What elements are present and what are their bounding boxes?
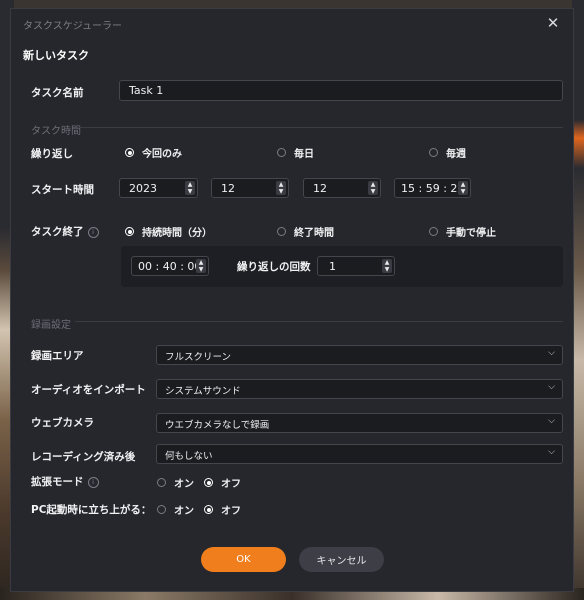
end-duration-radio[interactable]: 持続時間（分） — [125, 224, 212, 239]
startup-off-radio[interactable]: オフ — [204, 502, 241, 517]
extended-mode-label-text: 拡張モード — [31, 476, 84, 488]
dialog-heading: 新しいタスク — [23, 49, 89, 62]
stepper-arrows-icon[interactable]: ▲ ▼ — [458, 181, 468, 195]
radio-selected-icon — [204, 505, 213, 514]
ok-button[interactable]: OK — [201, 547, 286, 572]
repeat-label: 繰り返し — [31, 148, 73, 160]
close-icon[interactable]: ✕ — [545, 15, 561, 31]
radio-unselected-icon — [157, 478, 166, 487]
repeat-daily-radio[interactable]: 毎日 — [277, 145, 314, 160]
stepper-arrows-icon[interactable]: ▲ ▼ — [196, 259, 206, 273]
radio-unselected-icon — [277, 227, 286, 236]
radio-selected-icon — [125, 148, 134, 157]
audio-label: オーディオをインポート — [31, 384, 146, 396]
audio-select[interactable]: システムサウンド ⌵ — [156, 379, 563, 399]
recording-area-label: 録画エリア — [31, 350, 84, 362]
chevron-down-icon: ⌵ — [548, 348, 555, 358]
duration-stepper[interactable]: 00 : 40 : 00 ▲ ▼ — [131, 256, 209, 276]
info-icon[interactable]: i — [87, 476, 99, 488]
repeat-count-label: 繰り返しの回数 — [237, 261, 311, 273]
radio-unselected-icon — [429, 148, 438, 157]
startup-label: PC起動時に立ち上がる： — [31, 504, 152, 516]
stepper-arrows-icon[interactable]: ▲ ▼ — [382, 259, 392, 273]
after-recording-label: レコーディング済み後 — [31, 451, 136, 463]
stepper-arrows-icon[interactable]: ▲ ▼ — [276, 181, 286, 195]
radio-unselected-icon — [429, 227, 438, 236]
section-divider — [77, 127, 563, 128]
start-time-value: 15 : 59 : 28 — [401, 182, 465, 195]
end-time-radio[interactable]: 終了時間 — [277, 224, 334, 239]
year-stepper[interactable]: 2023 ▲ ▼ — [119, 178, 198, 198]
repeat-once-label: 今回のみ — [142, 149, 182, 160]
stepper-arrows-icon[interactable]: ▲ ▼ — [185, 181, 195, 195]
radio-unselected-icon — [157, 505, 166, 514]
webcam-value: ウエブカメラなしで録画 — [165, 420, 270, 431]
month-stepper[interactable]: 12 ▲ ▼ — [211, 178, 289, 198]
extended-mode-label: 拡張モード i — [31, 474, 99, 489]
repeat-count-stepper[interactable]: 1 ▲ ▼ — [317, 256, 395, 276]
task-end-label-text: タスク終了 — [31, 226, 84, 238]
stepper-arrows-icon[interactable]: ▲ ▼ — [368, 181, 378, 195]
start-time-label: スタート時間 — [31, 184, 94, 196]
repeat-weekly-label: 毎週 — [446, 149, 466, 160]
dialog-title: タスクスケジューラー — [23, 20, 122, 32]
section-divider — [75, 321, 563, 322]
audio-value: システムサウンド — [165, 386, 241, 397]
duration-panel: 00 : 40 : 00 ▲ ▼ 繰り返しの回数 1 ▲ ▼ — [121, 246, 563, 287]
startup-on-radio[interactable]: オン — [157, 502, 194, 517]
chevron-down-icon: ⌵ — [548, 447, 555, 457]
radio-selected-icon — [125, 227, 134, 236]
year-value: 2023 — [129, 182, 157, 195]
task-end-label: タスク終了 i — [31, 224, 99, 239]
recording-area-value: フルスクリーン — [165, 352, 232, 363]
after-recording-value: 何もしない — [165, 451, 213, 462]
dialog-titlebar: タスクスケジューラー ✕ — [11, 9, 573, 39]
duration-value: 00 : 40 : 00 — [138, 260, 202, 273]
task-name-input[interactable]: Task 1 — [119, 80, 563, 101]
radio-unselected-icon — [277, 148, 286, 157]
repeat-weekly-radio[interactable]: 毎週 — [429, 145, 466, 160]
repeat-daily-label: 毎日 — [294, 149, 314, 160]
chevron-down-icon: ⌵ — [548, 382, 555, 392]
repeat-count-value: 1 — [329, 260, 336, 273]
start-time-stepper[interactable]: 15 : 59 : 28 ▲ ▼ — [394, 178, 471, 198]
day-stepper[interactable]: 12 ▲ ▼ — [303, 178, 381, 198]
info-icon[interactable]: i — [87, 226, 99, 238]
after-recording-select[interactable]: 何もしない ⌵ — [156, 444, 563, 464]
startup-off-label: オフ — [221, 506, 241, 517]
webcam-label: ウェブカメラ — [31, 417, 94, 429]
extended-on-label: オン — [174, 479, 194, 490]
repeat-once-radio[interactable]: 今回のみ — [125, 145, 182, 160]
recording-section-title: 録画設定 — [31, 320, 71, 331]
end-duration-label: 持続時間（分） — [142, 228, 212, 239]
end-manual-label: 手動で停止 — [446, 228, 496, 239]
chevron-down-icon: ⌵ — [548, 416, 555, 426]
task-name-label: タスク名前 — [31, 87, 84, 99]
radio-selected-icon — [204, 478, 213, 487]
task-time-section-title: タスク時間 — [31, 126, 81, 137]
extended-off-label: オフ — [221, 479, 241, 490]
cancel-button[interactable]: キャンセル — [299, 547, 384, 572]
day-value: 12 — [313, 182, 327, 195]
startup-on-label: オン — [174, 506, 194, 517]
webcam-select[interactable]: ウエブカメラなしで録画 ⌵ — [156, 413, 563, 433]
end-manual-radio[interactable]: 手動で停止 — [429, 224, 496, 239]
end-time-label: 終了時間 — [294, 228, 334, 239]
month-value: 12 — [221, 182, 235, 195]
extended-off-radio[interactable]: オフ — [204, 475, 241, 490]
recording-area-select[interactable]: フルスクリーン ⌵ — [156, 345, 563, 365]
task-scheduler-dialog: タスクスケジューラー ✕ 新しいタスク タスク名前 Task 1 タスク時間 繰… — [10, 8, 574, 592]
extended-on-radio[interactable]: オン — [157, 475, 194, 490]
task-name-value: Task 1 — [129, 84, 164, 97]
